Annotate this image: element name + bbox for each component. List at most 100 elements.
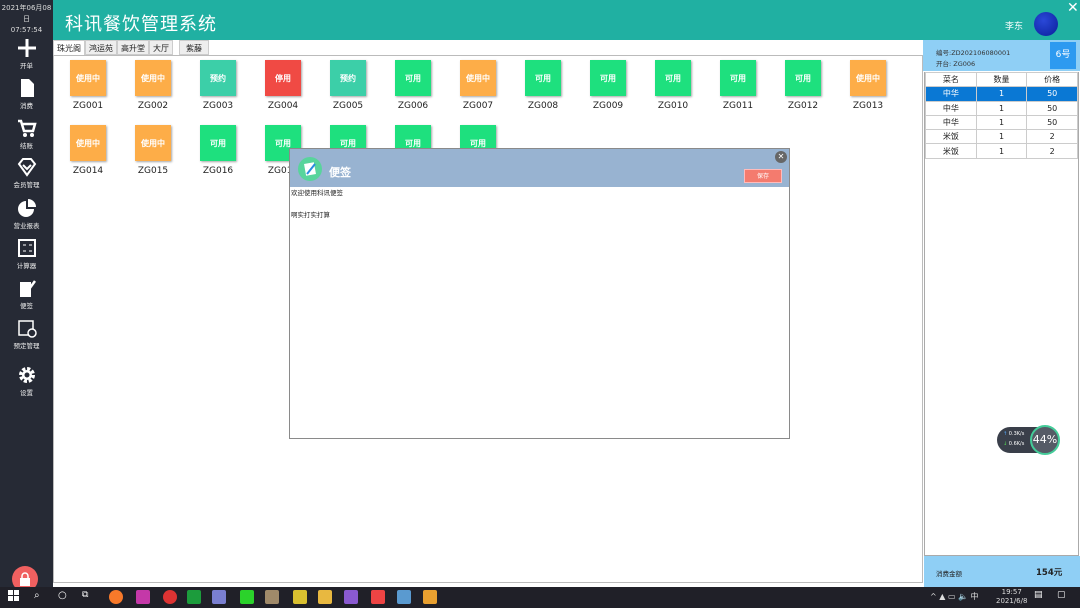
tab-1[interactable]: 鸿运苑 <box>85 40 117 55</box>
table-tile[interactable]: 预约 ZG003 <box>198 60 238 111</box>
table-tile[interactable]: 预约 ZG005 <box>328 60 368 111</box>
table-row[interactable]: 中华 1 50 <box>925 114 1078 131</box>
sidebar-item-7[interactable]: 预定管理 <box>0 318 53 350</box>
sidebar-item-3[interactable]: 会员管理 <box>0 157 53 189</box>
note-dialog: 便签 ✕ 保存 欢迎使用科讯便签 啊实打实打算 <box>289 148 790 439</box>
table-tile[interactable]: 可用 ZG016 <box>198 125 238 176</box>
note-textarea[interactable]: 欢迎使用科讯便签 啊实打实打算 <box>290 187 789 437</box>
close-icon[interactable]: ✕ <box>1067 0 1079 16</box>
avatar[interactable] <box>1034 12 1058 36</box>
table-tile[interactable]: 停用 ZG004 <box>263 60 303 111</box>
table-row[interactable]: 米饭 1 2 <box>925 143 1078 159</box>
visual-studio-icon[interactable] <box>344 590 358 604</box>
table-status: 可用 <box>590 60 626 96</box>
task-view-icon[interactable]: ⧉ <box>82 590 96 604</box>
table-name: ZG012 <box>787 101 819 111</box>
app-icon[interactable] <box>423 590 437 604</box>
save-button[interactable]: 保存 <box>744 169 782 183</box>
sidebar-item-5[interactable]: 计算器 <box>0 238 53 270</box>
table-status: 使用中 <box>850 60 886 96</box>
tab-2[interactable]: 高升堂 <box>117 40 149 55</box>
tab-3[interactable]: 大厅 <box>149 40 173 55</box>
table-row[interactable]: 中华 1 50 <box>925 86 1078 102</box>
gear-icon <box>18 367 35 383</box>
table-status: 可用 <box>525 60 561 96</box>
table-tile[interactable]: 可用 ZG011 <box>718 60 758 111</box>
windows-start-icon[interactable] <box>8 590 22 604</box>
column-header[interactable]: 价格 <box>1026 71 1078 88</box>
sidebar-item-label: 设置 <box>20 389 33 397</box>
table-tile[interactable]: 可用 ZG006 <box>393 60 433 111</box>
app-icon[interactable] <box>265 590 279 604</box>
table-name: ZG016 <box>202 166 234 176</box>
table-tile[interactable]: 使用中 ZG007 <box>458 60 498 111</box>
table-name: ZG007 <box>462 101 494 111</box>
search-icon[interactable]: ⌕ <box>34 590 48 604</box>
table-tile[interactable]: 可用 ZG010 <box>653 60 693 111</box>
calendar-clock-icon <box>17 320 37 338</box>
document-icon <box>20 79 34 97</box>
table-row[interactable]: 米饭 1 2 <box>925 129 1078 145</box>
notes-icon[interactable]: ▤ <box>1034 590 1048 604</box>
sidebar-item-4[interactable]: 营业报表 <box>0 198 53 230</box>
dialog-close-icon[interactable]: ✕ <box>775 151 787 163</box>
firefox-icon[interactable] <box>109 590 123 604</box>
app-icon[interactable] <box>371 590 385 604</box>
order-total: 消费金额 154元 <box>924 556 1080 587</box>
table-status: 可用 <box>655 60 691 96</box>
table-row[interactable]: 中华 1 50 <box>925 100 1078 116</box>
sidebar-item-2[interactable]: 结账 <box>0 118 53 150</box>
tab-0[interactable]: 珠光阁 <box>53 40 85 55</box>
memory-percent: 44% <box>1030 425 1060 455</box>
cell: 50 <box>1026 86 1078 102</box>
table-name: ZG014 <box>72 166 104 176</box>
cell: 中华 <box>925 114 977 131</box>
table-name: ZG010 <box>657 101 689 111</box>
sidebar-item-label: 开单 <box>20 62 33 70</box>
app-icon[interactable] <box>212 590 226 604</box>
network-widget[interactable]: ↑ 0.3K/s ↓ 0.6K/s 44% <box>997 425 1060 455</box>
pie-chart-icon <box>17 199 36 217</box>
calculator-icon <box>17 239 36 257</box>
lock-icon <box>20 572 30 586</box>
hbuilder-icon[interactable] <box>187 590 201 604</box>
sidebar-item-1[interactable]: 消费 <box>0 78 53 110</box>
taskbar-clock[interactable]: 19:57 2021/6/8 <box>996 588 1027 606</box>
table-tile[interactable]: 使用中 ZG015 <box>133 125 173 176</box>
sidebar-item-8[interactable]: 设置 <box>0 365 53 397</box>
column-header[interactable]: 数量 <box>975 71 1028 88</box>
table-tile[interactable]: 使用中 ZG001 <box>68 60 108 111</box>
column-header[interactable]: 菜名 <box>925 71 977 88</box>
table-name: ZG009 <box>592 101 624 111</box>
notification-icon[interactable]: ▢ <box>1057 590 1071 604</box>
order-items: 菜名 数量 价格 中华 1 50 中华 1 50 中华 1 50 米饭 1 2 米饭 1 2 <box>924 71 1079 556</box>
header: 科讯餐饮管理系统 李东 ✕ <box>53 0 1080 40</box>
file-explorer-icon[interactable] <box>318 590 332 604</box>
calculator-app-icon[interactable] <box>397 590 411 604</box>
table-tile[interactable]: 使用中 ZG013 <box>848 60 888 111</box>
order-info: 编号:ZD202106080001 开台: ZG006 6号 <box>923 40 1080 71</box>
cell: 1 <box>975 129 1028 145</box>
sidebar-item-label: 计算器 <box>16 262 37 270</box>
table-tile[interactable]: 可用 ZG012 <box>783 60 823 111</box>
table-status: 使用中 <box>460 60 496 96</box>
table-status: 预约 <box>200 60 236 96</box>
diamond-icon <box>17 158 36 177</box>
cortana-icon[interactable]: ○ <box>58 590 72 604</box>
app-icon[interactable] <box>240 590 254 604</box>
app-icon[interactable] <box>293 590 307 604</box>
system-tray[interactable]: ^ ▲ ▭ 🔈 中 <box>930 591 979 602</box>
table-status: 使用中 <box>135 60 171 96</box>
area-tabs: 珠光阁 鸿运苑 高升堂 大厅 紫藤 <box>53 40 209 55</box>
taskbar: ⌕ ○ ⧉ ^ ▲ ▭ 🔈 中 19:57 2021/6/8 ▤ ▢ <box>0 587 1080 608</box>
intellij-icon[interactable] <box>136 590 150 604</box>
table-tile[interactable]: 可用 ZG009 <box>588 60 628 111</box>
table-tile[interactable]: 使用中 ZG014 <box>68 125 108 176</box>
table-tile[interactable]: 可用 ZG008 <box>523 60 563 111</box>
sidebar-item-0[interactable]: 开单 <box>0 38 53 70</box>
table-tile[interactable]: 使用中 ZG002 <box>133 60 173 111</box>
sidebar-item-label: 预定管理 <box>13 342 40 350</box>
app-icon[interactable] <box>163 590 177 604</box>
sidebar-item-6[interactable]: 便签 <box>0 278 53 310</box>
tab-4[interactable]: 紫藤 <box>179 40 209 55</box>
